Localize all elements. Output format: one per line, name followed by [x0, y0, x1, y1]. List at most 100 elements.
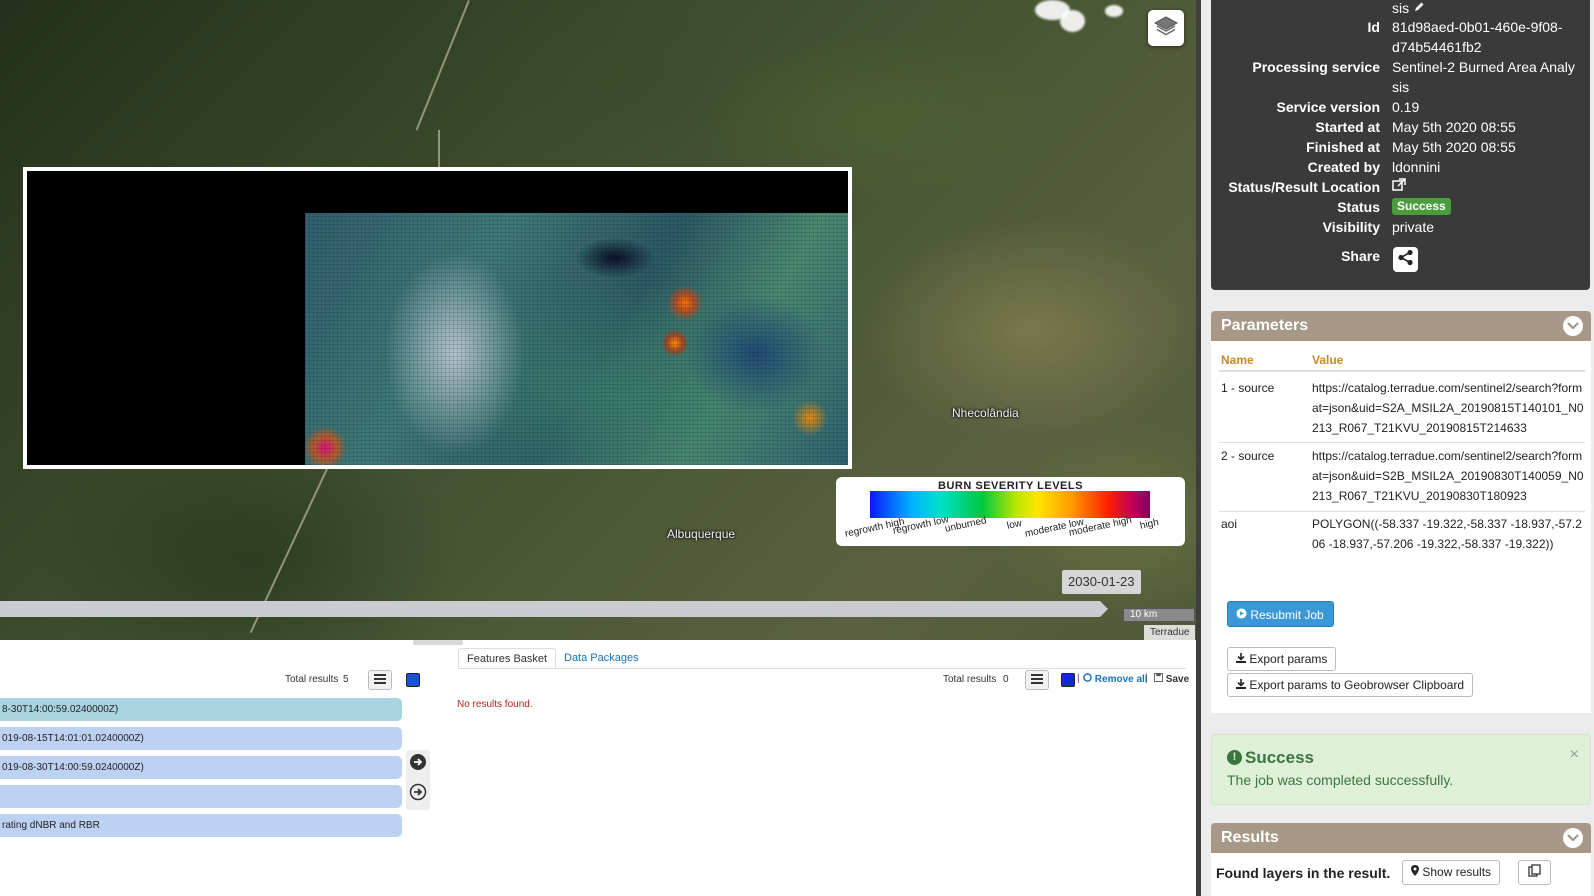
separator: | — [1077, 673, 1080, 684]
bottom-panel: Total results 5 8-30T14:00:59.0240000Z) … — [0, 640, 1196, 896]
map-road — [438, 130, 440, 170]
export-clipboard-label: Export params to Geobrowser Clipboard — [1249, 678, 1465, 692]
map-view[interactable]: Nhecolândia Albuquerque BURN SEVERITY LE… — [0, 0, 1196, 640]
export-params-button[interactable]: Export params — [1227, 647, 1337, 671]
burn-severity-overlay[interactable] — [23, 167, 852, 469]
found-layers-text: Found layers in the result. — [1216, 865, 1391, 881]
param-name: aoi — [1221, 517, 1238, 531]
panel-resize-handle[interactable] — [413, 640, 463, 645]
alert-message: The job was completed successfully. — [1227, 772, 1454, 788]
field-label-id: Id — [1367, 19, 1380, 35]
export-params-label: Export params — [1249, 652, 1328, 666]
play-circle-icon — [1236, 608, 1250, 622]
download-icon — [1236, 678, 1249, 692]
timeline-date: 2030-01-23 — [1062, 570, 1141, 594]
app-root: Nhecolândia Albuquerque BURN SEVERITY LE… — [0, 0, 1594, 896]
remove-all-label: Remove all — [1094, 674, 1148, 685]
legend-color-ramp — [870, 491, 1150, 518]
results-total-label: Total results — [285, 674, 339, 685]
copy-icon — [1528, 863, 1541, 882]
burn-severity-raster — [305, 213, 848, 465]
show-results-button[interactable]: Show results — [1402, 860, 1501, 885]
legend-tick: low — [1006, 517, 1023, 532]
results-total-count: 5 — [343, 674, 349, 685]
remove-all-link[interactable]: Remove all — [1083, 673, 1148, 685]
resubmit-job-button[interactable]: Resubmit Job — [1227, 601, 1334, 627]
param-row-divider — [1219, 511, 1585, 512]
map-scale-bar: 10 km — [1123, 608, 1195, 622]
chevron-down-icon[interactable] — [1563, 828, 1583, 848]
basket-select-checkbox[interactable] — [1061, 673, 1075, 687]
map-attribution: Terradue — [1144, 625, 1196, 640]
job-info: sis Id 81d98aed-0b01-460e-9f08-d74b54461… — [1211, 0, 1590, 290]
map-cloud — [1060, 10, 1085, 32]
timeline-slider[interactable] — [0, 601, 1100, 617]
tab-features-basket[interactable]: Features Basket — [458, 648, 557, 669]
save-icon — [1154, 673, 1166, 685]
field-value-visibility: private — [1392, 219, 1435, 235]
result-item[interactable]: 019-08-30T14:00:59.0240000Z) — [0, 756, 402, 779]
field-label-status-location: Status/Result Location — [1228, 179, 1380, 195]
basket-list-view-button[interactable] — [1025, 670, 1049, 690]
remove-circle-icon — [1083, 673, 1095, 685]
parameters-title: Parameters — [1221, 317, 1309, 334]
field-label-finished-at: Finished at — [1306, 139, 1380, 155]
close-icon[interactable]: × — [1570, 746, 1579, 764]
exclamation-circle-icon: ! — [1227, 750, 1242, 765]
place-label-nhecolandia: Nhecolândia — [952, 406, 1019, 420]
timeline-handle[interactable] — [1100, 601, 1108, 617]
results-title: Results — [1221, 829, 1279, 846]
show-results-label: Show results — [1422, 865, 1492, 879]
map-cloud — [1105, 5, 1123, 17]
result-item[interactable]: rating dNBR and RBR — [0, 814, 402, 837]
results-header[interactable]: Results — [1211, 823, 1591, 853]
result-item[interactable]: 019-08-15T14:01:01.0240000Z) — [0, 727, 402, 750]
result-item[interactable] — [0, 785, 402, 808]
param-name: 2 - source — [1221, 449, 1275, 463]
share-button[interactable] — [1393, 247, 1418, 272]
resubmit-label: Resubmit Job — [1250, 608, 1324, 622]
field-label-service-version: Service version — [1276, 99, 1380, 115]
field-label-status: Status — [1337, 199, 1380, 215]
field-label-created-by: Created by — [1307, 159, 1380, 175]
list-view-button[interactable] — [368, 670, 392, 690]
field-value-started-at: May 5th 2020 08:55 — [1392, 119, 1516, 135]
field-label-visibility: Visibility — [1322, 219, 1380, 235]
separator: | — [1145, 673, 1148, 684]
job-sidebar: sis Id 81d98aed-0b01-460e-9f08-d74b54461… — [1196, 0, 1594, 896]
tab-data-packages[interactable]: Data Packages — [556, 648, 647, 669]
field-value-id: 81d98aed-0b01-460e-9f08-d74b54461fb2 — [1392, 19, 1563, 55]
param-name: 1 - source — [1221, 381, 1275, 395]
field-label-started-at: Started at — [1315, 119, 1380, 135]
external-link-icon — [1392, 178, 1406, 195]
job-title-text: sis — [1392, 0, 1410, 16]
download-icon — [1236, 652, 1249, 666]
share-icon — [1397, 249, 1414, 271]
field-value-finished-at: May 5th 2020 08:55 — [1392, 139, 1516, 155]
status-location-link[interactable] — [1392, 177, 1412, 197]
save-link[interactable]: Save — [1154, 673, 1189, 685]
chevron-down-icon[interactable] — [1563, 316, 1583, 336]
parameters-header[interactable]: Parameters — [1211, 311, 1591, 341]
result-item-label: 019-08-15T14:01:01.0240000Z) — [2, 733, 144, 744]
layers-icon — [1153, 14, 1179, 43]
layers-button[interactable] — [1148, 10, 1184, 46]
pencil-icon[interactable] — [1413, 0, 1425, 16]
result-item[interactable]: 8-30T14:00:59.0240000Z) — [0, 698, 402, 721]
param-value: POLYGON((-58.337 -19.322,-58.337 -18.937… — [1312, 517, 1582, 551]
list-icon — [374, 671, 386, 689]
list-icon — [1031, 671, 1043, 689]
place-label-albuquerque: Albuquerque — [667, 527, 736, 541]
result-item-label: 019-08-30T14:00:59.0240000Z) — [2, 762, 144, 773]
tabs-divider — [458, 668, 1186, 669]
alert-title: Success — [1245, 748, 1314, 767]
move-to-basket-button[interactable] — [406, 752, 430, 776]
map-road — [415, 0, 470, 131]
export-clipboard-button[interactable]: Export params to Geobrowser Clipboard — [1227, 673, 1474, 697]
results-body: Found layers in the result. Show results — [1211, 853, 1591, 896]
copy-results-button[interactable] — [1518, 860, 1551, 885]
legend-tick: unburned — [944, 515, 988, 535]
add-to-basket-button[interactable] — [406, 782, 430, 806]
param-value: https://catalog.terradue.com/sentinel2/s… — [1312, 449, 1584, 503]
select-all-checkbox[interactable] — [406, 673, 420, 687]
